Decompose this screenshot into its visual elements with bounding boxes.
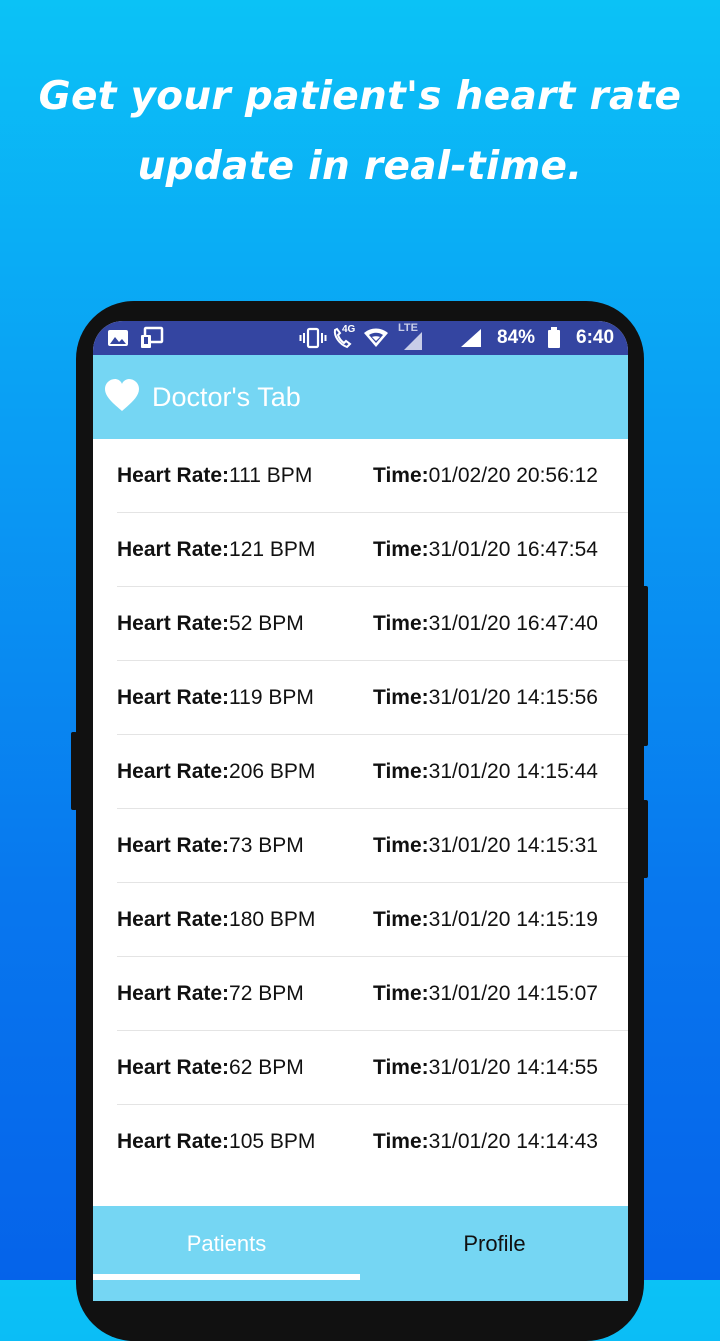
heart-rate-cell: Heart Rate:62 BPM [117,1031,304,1105]
time-value: 31/01/20 14:15:56 [428,686,598,709]
heart-rate-label: Heart Rate: [117,834,230,857]
time-label: Time: [373,908,429,931]
heart-rate-cell: Heart Rate:73 BPM [117,809,304,883]
heart-rate-label: Heart Rate: [117,982,230,1005]
time-value: 31/01/20 14:14:55 [428,1056,598,1079]
promo-headline-line-1: Get your patient's heart rate [38,74,682,119]
time-cell: Time:31/01/20 14:14:55 [373,1031,598,1105]
battery-percent: 84% [497,327,536,348]
heart-rate-label: Heart Rate: [117,538,230,561]
time-label: Time: [373,538,429,561]
network-4g-label: 4G [342,324,356,335]
heart-rate-value: 73 BPM [229,834,304,857]
time-cell: Time:31/01/20 14:15:31 [373,809,598,883]
heart-rate-cell: Heart Rate:111 BPM [117,439,312,513]
heart-rate-cell: Heart Rate:105 BPM [117,1105,315,1179]
heart-rate-cell: Heart Rate:180 BPM [117,883,315,957]
status-bar: 4G LTE 84% 6:40 [93,321,628,355]
list-item[interactable]: Heart Rate:62 BPM Time:31/01/20 14:14:55 [117,1031,628,1105]
time-value: 01/02/20 20:56:12 [428,464,598,487]
heart-rate-cell: Heart Rate:72 BPM [117,957,304,1031]
heart-rate-cell: Heart Rate:206 BPM [117,735,315,809]
heart-rate-cell: Heart Rate:119 BPM [117,661,314,735]
time-value: 31/01/20 14:15:19 [428,908,598,931]
list-item[interactable]: Heart Rate:121 BPM Time:31/01/20 16:47:54 [117,513,628,587]
lte-label: LTE [398,322,418,334]
heart-rate-value: 72 BPM [229,982,304,1005]
time-cell: Time:31/01/20 14:15:44 [373,735,598,809]
heart-rate-value: 119 BPM [229,686,314,709]
time-value: 31/01/20 16:47:40 [428,612,598,635]
tab-profile[interactable]: Profile [361,1206,628,1281]
time-cell: Time:31/01/20 14:15:19 [373,883,598,957]
heart-rate-label: Heart Rate: [117,686,230,709]
list-item[interactable]: Heart Rate:119 BPM Time:31/01/20 14:15:56 [117,661,628,735]
phone-screen: 4G LTE 84% 6:40 Doctor's Tab Heart Rate:… [93,321,628,1301]
time-label: Time: [373,760,429,783]
time-label: Time: [373,834,429,857]
signal-icon [459,321,483,355]
heart-rate-label: Heart Rate: [117,908,230,931]
heart-rate-cell: Heart Rate:52 BPM [117,587,304,661]
image-icon [107,321,129,355]
time-label: Time: [373,1130,429,1153]
time-value: 31/01/20 14:15:07 [428,982,598,1005]
time-label: Time: [373,464,429,487]
time-cell: Time:31/01/20 16:47:40 [373,587,598,661]
promo-headline-line-2: update in real-time. [137,144,583,189]
list-item[interactable]: Heart Rate:72 BPM Time:31/01/20 14:15:07 [117,957,628,1031]
list-item[interactable]: Heart Rate:105 BPM Time:31/01/20 14:14:43 [117,1105,628,1179]
list-item[interactable]: Heart Rate:180 BPM Time:31/01/20 14:15:19 [117,883,628,957]
time-cell: Time:31/01/20 14:14:43 [373,1105,598,1179]
bottom-navigation: Patients Profile [93,1206,628,1301]
heart-rate-value: 121 BPM [229,538,316,561]
time-cell: Time:31/01/20 14:15:56 [373,661,598,735]
time-label: Time: [373,982,429,1005]
heart-rate-value: 105 BPM [229,1130,316,1153]
heart-icon [104,379,140,413]
list-item[interactable]: Heart Rate:73 BPM Time:31/01/20 14:15:31 [117,809,628,883]
heart-rate-label: Heart Rate: [117,1056,230,1079]
time-cell: Time:01/02/20 20:56:12 [373,439,598,513]
volte-call-icon: 4G [331,321,356,355]
heart-rate-label: Heart Rate: [117,612,230,635]
time-value: 31/01/20 14:15:44 [428,760,598,783]
heart-rate-label: Heart Rate: [117,1130,230,1153]
list-item[interactable]: Heart Rate:52 BPM Time:31/01/20 16:47:40 [117,587,628,661]
time-cell: Time:31/01/20 16:47:54 [373,513,598,587]
lte-signal-icon: LTE [398,321,424,355]
heart-rate-value: 111 BPM [229,464,313,487]
list-item[interactable]: Heart Rate:206 BPM Time:31/01/20 14:15:44 [117,735,628,809]
time-value: 31/01/20 14:14:43 [428,1130,598,1153]
vibrate-icon [299,321,327,355]
heart-rate-label: Heart Rate: [117,464,230,487]
heart-rate-cell: Heart Rate:121 BPM [117,513,315,587]
battery-icon [547,321,561,355]
app-bar: Doctor's Tab [93,355,628,439]
time-value: 31/01/20 14:15:31 [428,834,598,857]
selected-tab-indicator [93,1274,360,1280]
time-label: Time: [373,612,429,635]
heart-rate-value: 62 BPM [229,1056,304,1079]
phone-side-button-left [71,732,77,810]
time-cell: Time:31/01/20 14:15:07 [373,957,598,1031]
heart-rate-value: 52 BPM [229,612,304,635]
heart-rate-value: 206 BPM [229,760,316,783]
time-label: Time: [373,686,429,709]
time-label: Time: [373,1056,429,1079]
time-value: 31/01/20 16:47:54 [428,538,598,561]
tab-patients[interactable]: Patients [93,1206,360,1281]
screen-cast-icon [140,321,164,355]
heart-rate-value: 180 BPM [229,908,316,931]
wifi-icon [363,321,389,355]
heart-rate-list: Heart Rate:111 BPM Time:01/02/20 20:56:12… [93,439,628,1179]
promo-headline: Get your patient's heart rate update in … [0,62,720,202]
heart-rate-label: Heart Rate: [117,760,230,783]
clock: 6:40 [576,327,615,348]
app-title: Doctor's Tab [152,382,301,412]
list-item[interactable]: Heart Rate:111 BPM Time:01/02/20 20:56:12 [117,439,628,513]
phone-power-button [642,800,648,878]
phone-volume-button [642,586,648,746]
